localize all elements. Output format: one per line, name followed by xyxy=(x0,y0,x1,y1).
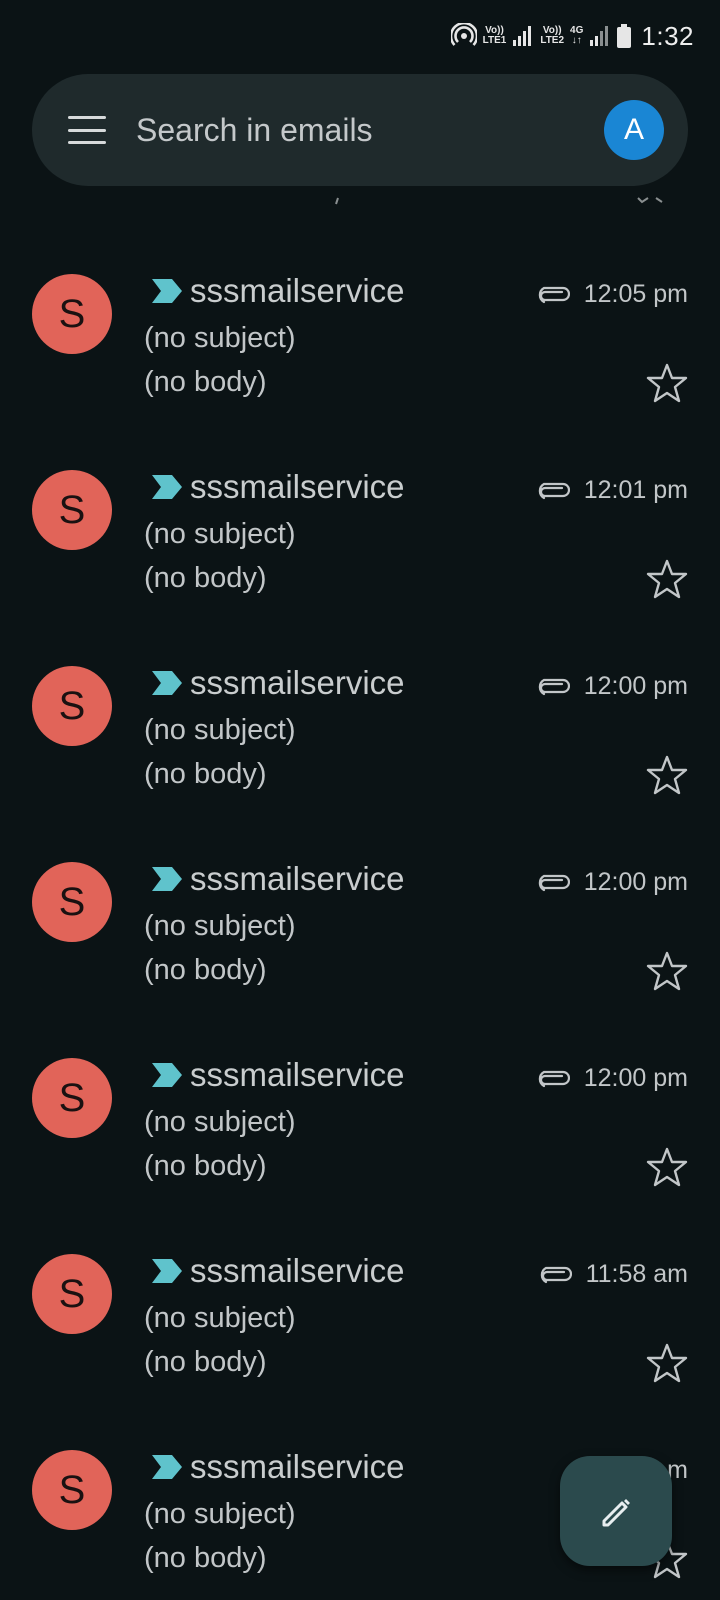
account-avatar[interactable]: A xyxy=(604,100,664,160)
email-subject: (no subject) xyxy=(144,518,296,550)
sender-line: sssmailservice xyxy=(150,1448,405,1486)
sim1-label: Vo)) LTE1 xyxy=(482,25,507,46)
search-bar[interactable]: Search in emails A xyxy=(32,74,688,186)
email-time: 12:01 pm xyxy=(583,476,688,504)
important-marker-icon[interactable] xyxy=(150,277,184,305)
sender-avatar[interactable]: S xyxy=(32,1450,112,1530)
network-type-label: 4G ↓↑ xyxy=(570,25,584,46)
attachment-icon xyxy=(538,1070,570,1087)
email-meta: 12:00 pm xyxy=(536,868,688,897)
email-list-item[interactable]: S sssmailservice (no subject) (no body) … xyxy=(0,784,720,991)
signal-icon xyxy=(512,25,534,47)
pencil-icon xyxy=(602,1499,630,1527)
important-marker-icon[interactable] xyxy=(150,865,184,893)
important-marker-icon[interactable] xyxy=(150,669,184,697)
battery-icon xyxy=(617,24,632,48)
email-subject: (no subject) xyxy=(144,1106,296,1138)
sender-name: sssmailservice xyxy=(190,1448,405,1485)
email-time: 12:00 pm xyxy=(583,868,688,896)
search-input[interactable]: Search in emails xyxy=(136,112,604,149)
email-snippet: (no body) xyxy=(144,1542,267,1574)
sender-line: sssmailservice xyxy=(150,1056,405,1094)
sender-line: sssmailservice xyxy=(150,1252,405,1290)
email-meta: 12:01 pm xyxy=(536,476,688,505)
clock: 1:32 xyxy=(641,20,694,51)
email-meta: 12:05 pm xyxy=(536,280,688,309)
email-meta: 12:00 pm xyxy=(536,1064,688,1093)
sender-line: sssmailservice xyxy=(150,272,405,310)
attachment-icon xyxy=(538,874,570,891)
sender-line: sssmailservice xyxy=(150,664,405,702)
email-list-item[interactable]: S sssmailservice (no subject) (no body) … xyxy=(0,980,720,1187)
email-subject: (no subject) xyxy=(144,910,296,942)
sender-avatar[interactable]: S xyxy=(32,274,112,354)
sender-avatar[interactable]: S xyxy=(32,862,112,942)
hamburger-menu-icon[interactable] xyxy=(68,116,106,144)
email-time: 12:00 pm xyxy=(583,1064,688,1092)
important-marker-icon[interactable] xyxy=(150,1061,184,1089)
email-list: S sssmailservice (no subject) (no body) … xyxy=(0,196,720,1579)
sender-name: sssmailservice xyxy=(190,1056,405,1093)
attachment-icon xyxy=(538,482,570,499)
sender-avatar[interactable]: S xyxy=(32,470,112,550)
email-subject: (no subject) xyxy=(144,1498,296,1530)
sim2-label: Vo)) LTE2 xyxy=(540,25,565,46)
signal-icon xyxy=(589,25,611,47)
email-time: 12:00 pm xyxy=(583,672,688,700)
email-list-item[interactable]: S sssmailservice (no subject) (no body) … xyxy=(0,392,720,599)
hotspot-icon xyxy=(450,23,477,49)
sender-name: sssmailservice xyxy=(190,664,405,701)
status-bar: Vo)) LTE1 Vo)) LTE2 4G ↓↑ 1:32 xyxy=(0,0,720,72)
attachment-icon xyxy=(538,286,570,303)
sender-name: sssmailservice xyxy=(190,272,405,309)
compose-button[interactable] xyxy=(560,1456,672,1566)
email-list-item[interactable]: S sssmailservice (no subject) (no body) … xyxy=(0,1176,720,1383)
important-marker-icon[interactable] xyxy=(150,473,184,501)
important-marker-icon[interactable] xyxy=(150,1257,184,1285)
important-marker-icon[interactable] xyxy=(150,1453,184,1481)
email-meta: 11:58 am xyxy=(538,1260,688,1289)
email-list-item[interactable]: S sssmailservice (no subject) (no body) … xyxy=(0,588,720,795)
email-meta: 12:00 pm xyxy=(536,672,688,701)
sender-name: sssmailservice xyxy=(190,468,405,505)
email-subject: (no subject) xyxy=(144,322,296,354)
sender-line: sssmailservice xyxy=(150,468,405,506)
attachment-icon xyxy=(538,678,570,695)
sender-avatar[interactable]: S xyxy=(32,1058,112,1138)
sender-avatar[interactable]: S xyxy=(32,666,112,746)
email-subject: (no subject) xyxy=(144,1302,296,1334)
email-time: 12:05 pm xyxy=(583,280,688,308)
email-list-item[interactable]: S sssmailservice (no subject) (no body) … xyxy=(0,196,720,403)
gmail-inbox-screen: Vo)) LTE1 Vo)) LTE2 4G ↓↑ 1:32 Search in… xyxy=(0,0,720,1600)
sender-avatar[interactable]: S xyxy=(32,1254,112,1334)
sender-name: sssmailservice xyxy=(190,1252,405,1289)
sender-name: sssmailservice xyxy=(190,860,405,897)
email-time: 11:58 am xyxy=(585,1260,688,1288)
email-subject: (no subject) xyxy=(144,714,296,746)
sender-line: sssmailservice xyxy=(150,860,405,898)
data-arrows-icon: ↓↑ xyxy=(571,35,582,46)
attachment-icon xyxy=(540,1266,572,1283)
